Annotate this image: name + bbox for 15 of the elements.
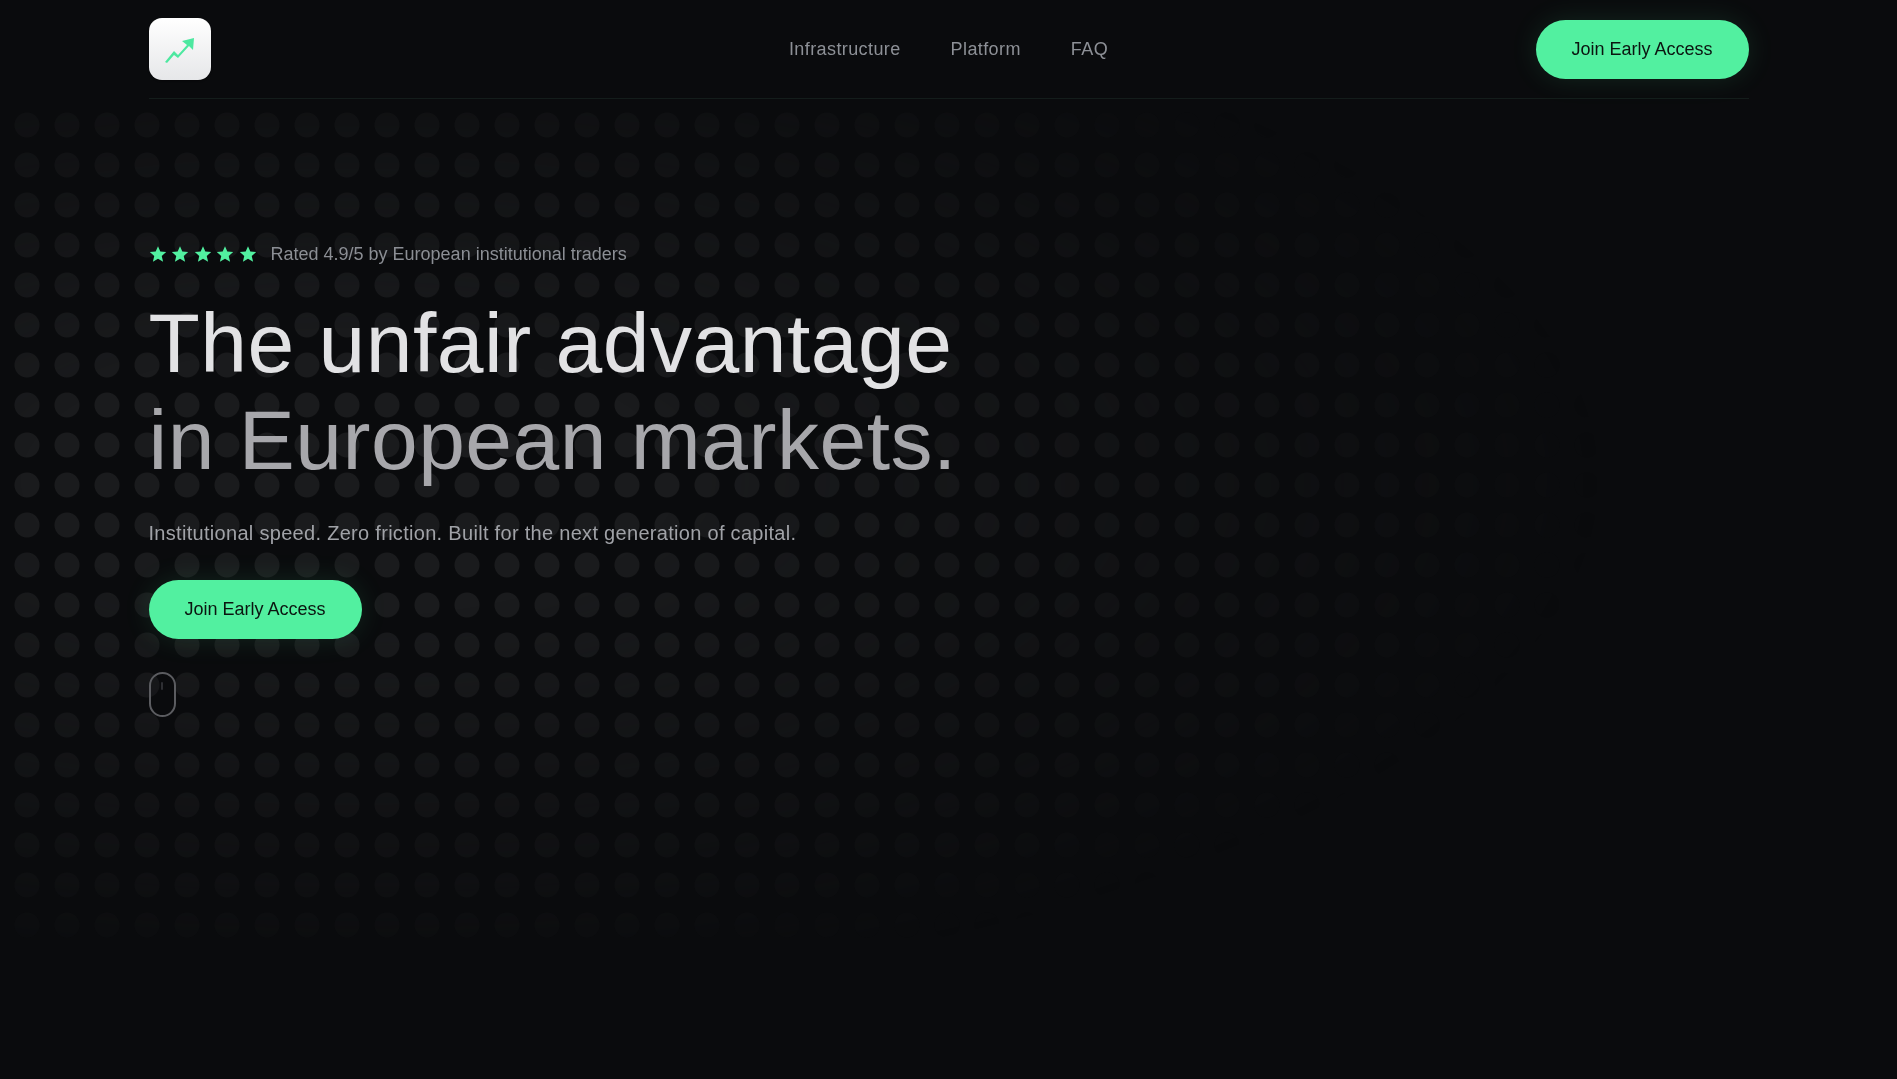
star-icon — [171, 245, 189, 263]
join-early-access-button[interactable]: Join Early Access — [1535, 19, 1749, 79]
join-early-access-button[interactable]: Join Early Access — [148, 580, 362, 639]
nav-link[interactable]: FAQ — [1070, 35, 1109, 63]
star-icon — [193, 245, 212, 263]
mouse-scroll-icon — [148, 672, 176, 717]
star-icon — [216, 245, 234, 263]
star-icon — [148, 245, 167, 263]
rating-text: Rated 4.9/5 by European institutional traders — [270, 243, 627, 266]
hero-heading: The unfair advantage in European markets. — [148, 295, 957, 489]
nav-link[interactable]: Platform — [950, 35, 1021, 63]
hero-subtitle: Institutional speed. Zero friction. Built for the next generation of capital. — [148, 521, 797, 546]
star-icon — [238, 245, 257, 263]
nav-link[interactable]: Infrastructure — [788, 35, 901, 63]
trend-arrow-logo-icon[interactable] — [148, 18, 211, 80]
